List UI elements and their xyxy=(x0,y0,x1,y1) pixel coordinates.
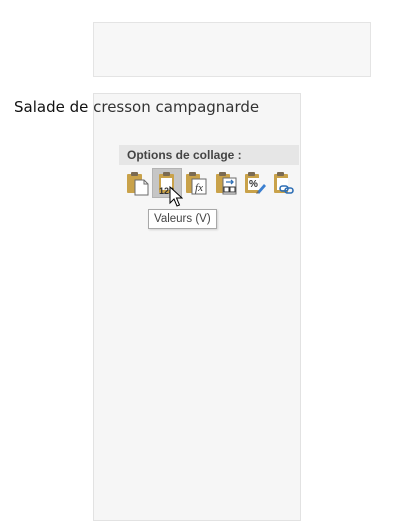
clipboard-fx-icon: fx xyxy=(186,172,207,195)
paste-formatting-button[interactable]: % xyxy=(240,168,269,198)
text-before-cursor: Salade de xyxy=(14,98,89,116)
paste-options-header: Options de collage : xyxy=(119,145,299,165)
top-field xyxy=(93,22,371,77)
paste-options-row: 123 fx % xyxy=(119,165,299,198)
paste-keep-source-button[interactable] xyxy=(123,168,152,198)
percent-label: % xyxy=(249,179,258,190)
paste-link-button[interactable] xyxy=(270,168,299,198)
clipboard-link-icon xyxy=(274,172,295,194)
clipboard-percent-brush-icon: % xyxy=(245,172,267,194)
clipboard-transpose-icon xyxy=(215,172,237,195)
text-after-cursor: cresson campagnarde xyxy=(88,98,260,116)
screen: Salade de cresson campagnarde Options de… xyxy=(0,0,409,525)
formulas-label: fx xyxy=(195,182,203,194)
paste-options-menu: Options de collage : 123 fx % xyxy=(119,145,299,198)
paste-values-tooltip: Valeurs (V) xyxy=(148,209,217,229)
document-text-line[interactable]: Salade de cresson campagnarde xyxy=(14,98,259,116)
clipboard-document-icon xyxy=(126,172,149,196)
paste-formulas-button[interactable]: fx xyxy=(182,168,211,198)
mouse-pointer-icon xyxy=(169,186,183,207)
paste-transpose-button[interactable] xyxy=(211,168,240,198)
